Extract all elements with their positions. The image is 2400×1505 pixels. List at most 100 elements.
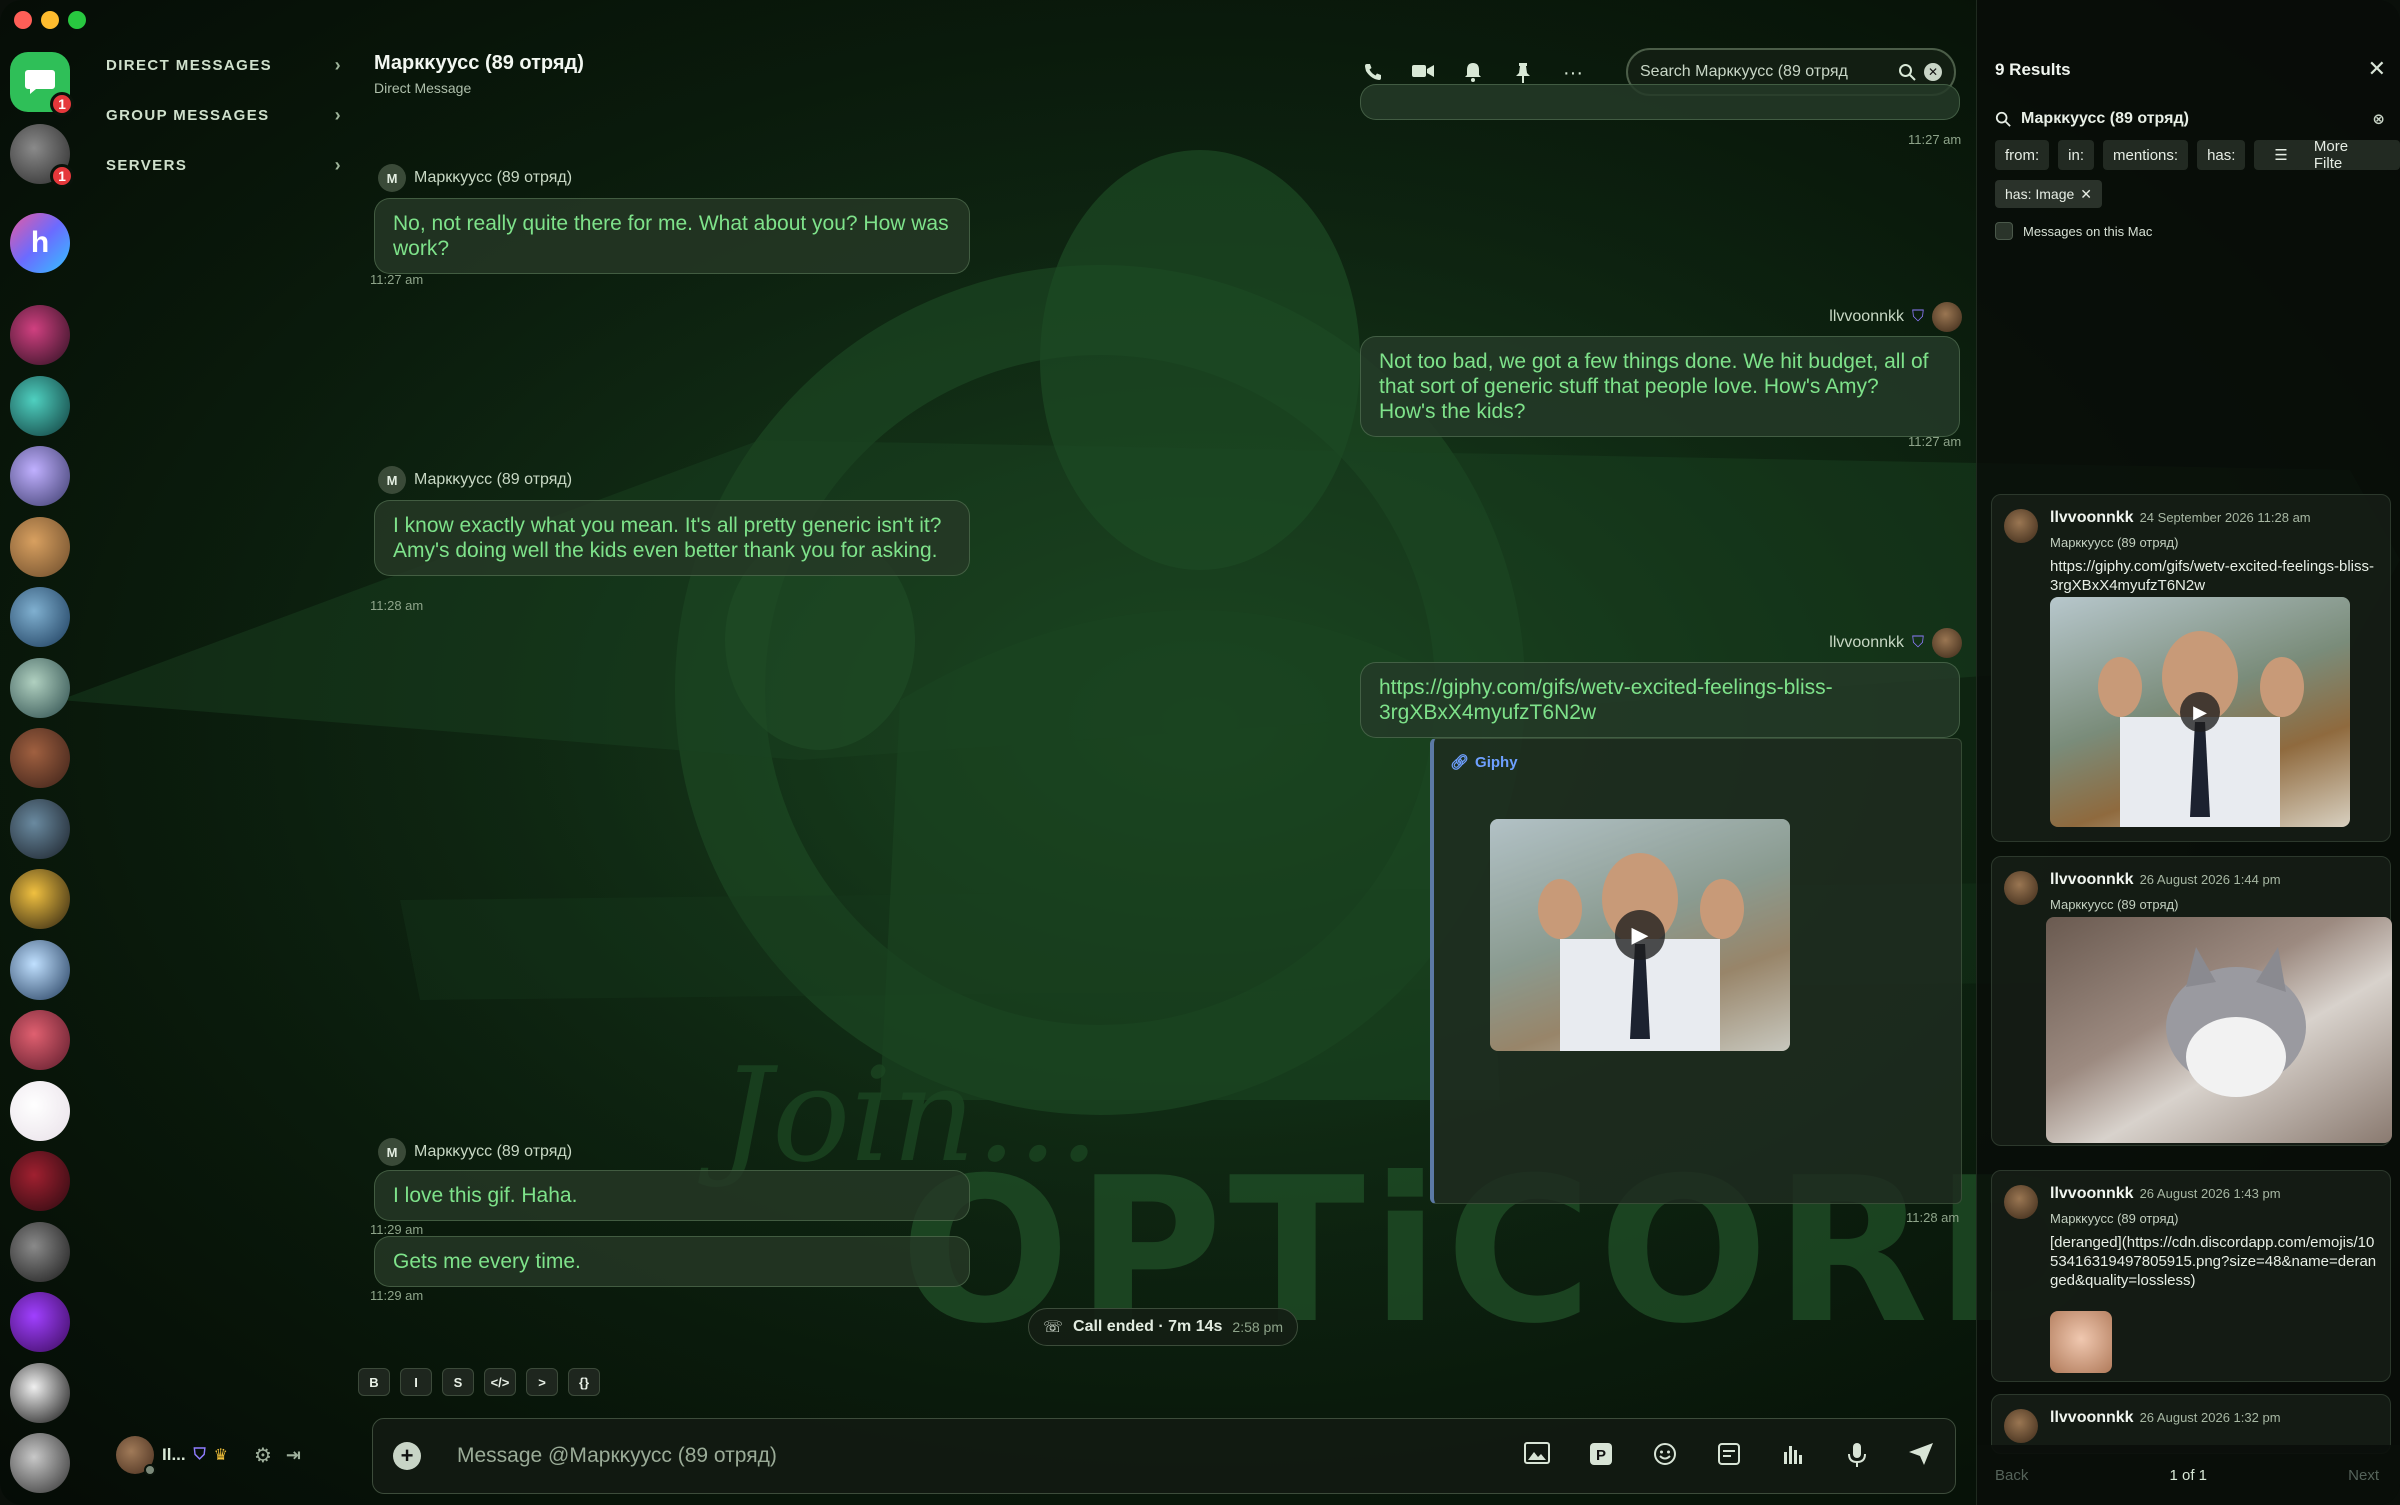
image-icon[interactable] bbox=[1523, 1442, 1551, 1470]
server-avatar[interactable] bbox=[10, 798, 70, 859]
code-block-button[interactable]: {} bbox=[568, 1368, 600, 1396]
message-bubble: I know exactly what you mean. It's all p… bbox=[374, 500, 970, 576]
emoji-preview[interactable] bbox=[2050, 1311, 2112, 1373]
server-avatar[interactable] bbox=[10, 657, 70, 718]
message-input[interactable] bbox=[457, 1444, 1523, 1468]
filter-in[interactable]: in: bbox=[2058, 140, 2095, 170]
link-embed: 🔗︎ Giphy ▶ bbox=[1430, 738, 1962, 1204]
gif-preview[interactable]: ▶ bbox=[1490, 819, 1790, 1051]
author-name[interactable]: Маркκуусс (89 отряд) bbox=[414, 169, 572, 187]
sidebar-item-group-messages[interactable]: GROUP MESSAGES › bbox=[106, 100, 342, 130]
result-cat-gif[interactable] bbox=[2046, 917, 2392, 1143]
close-window-button[interactable] bbox=[14, 11, 32, 29]
sticker-icon[interactable] bbox=[1715, 1442, 1743, 1470]
play-icon[interactable]: ▶ bbox=[2180, 692, 2220, 732]
server-avatar[interactable] bbox=[10, 728, 70, 788]
server-avatar[interactable] bbox=[10, 1433, 70, 1493]
chart-icon[interactable] bbox=[1779, 1442, 1807, 1470]
quote-button[interactable]: > bbox=[526, 1368, 558, 1396]
back-button[interactable]: Back bbox=[1995, 1467, 2028, 1484]
author-name[interactable]: Маркκуусс (89 отряд) bbox=[414, 1143, 572, 1161]
server-initial: h bbox=[30, 226, 50, 259]
sidebar-item-direct-messages[interactable]: DIRECT MESSAGES › bbox=[106, 50, 342, 80]
server-avatar[interactable] bbox=[10, 1151, 70, 1211]
video-icon[interactable] bbox=[1412, 62, 1434, 84]
server-avatar[interactable] bbox=[10, 446, 70, 506]
user-name[interactable]: Il... bbox=[162, 1445, 186, 1465]
maximize-window-button[interactable] bbox=[68, 11, 86, 29]
crown-icon: ♛ bbox=[213, 1447, 228, 1464]
server-avatar[interactable] bbox=[10, 869, 70, 929]
logout-icon[interactable]: ⇥ bbox=[286, 1445, 301, 1466]
code-button[interactable]: </> bbox=[484, 1368, 516, 1396]
avatar[interactable] bbox=[116, 1436, 156, 1476]
search-input[interactable] bbox=[1640, 63, 1890, 81]
emoji-icon[interactable] bbox=[1651, 1442, 1679, 1470]
pin-icon[interactable] bbox=[1512, 62, 1534, 84]
filter-lines-icon: ☰ bbox=[2264, 140, 2298, 170]
server-avatar[interactable] bbox=[10, 305, 70, 365]
search-result-card[interactable]: llvvoonnkk 26 August 2026 1:44 pm Маркκуу… bbox=[1991, 856, 2392, 1146]
send-icon[interactable] bbox=[1907, 1442, 1935, 1470]
avatar bbox=[2004, 871, 2038, 905]
filter-has[interactable]: has: bbox=[2197, 140, 2246, 170]
cat-illustration bbox=[2166, 947, 2306, 1097]
server-avatar[interactable] bbox=[10, 1221, 70, 1282]
author-name[interactable]: llvvoonnkk bbox=[1829, 308, 1904, 326]
server-avatar[interactable] bbox=[10, 939, 70, 1000]
server-h-avatar[interactable]: h bbox=[10, 213, 70, 273]
server-avatar[interactable]: 1 bbox=[10, 124, 74, 188]
message-link[interactable]: https://giphy.com/gifs/wetv-excited-feel… bbox=[1360, 662, 1960, 738]
bold-button[interactable]: B bbox=[358, 1368, 390, 1396]
filter-from[interactable]: from: bbox=[1995, 140, 2050, 170]
sidebar-item-servers[interactable]: SERVERS › bbox=[106, 150, 342, 180]
avatar bbox=[2004, 1409, 2038, 1443]
filter-mentions[interactable]: mentions: bbox=[2103, 140, 2189, 170]
avatar[interactable]: M bbox=[378, 1138, 406, 1166]
server-avatar[interactable] bbox=[10, 1080, 70, 1141]
phone-icon[interactable] bbox=[1362, 62, 1384, 84]
server-avatar[interactable] bbox=[10, 1292, 70, 1352]
checkbox[interactable] bbox=[1995, 222, 2013, 240]
server-avatar[interactable] bbox=[10, 375, 70, 436]
strikethrough-button[interactable]: S bbox=[442, 1368, 474, 1396]
clear-query-icon[interactable]: ⊗ bbox=[2372, 110, 2385, 128]
minimize-window-button[interactable] bbox=[41, 11, 59, 29]
chevron-right-icon: › bbox=[334, 104, 342, 125]
avatar[interactable]: M bbox=[378, 466, 406, 494]
search-icon[interactable] bbox=[1898, 63, 1916, 81]
author-name[interactable]: Маркκуусс (89 отряд) bbox=[414, 471, 572, 489]
result-author-name: llvvoonnkk bbox=[2050, 1185, 2134, 1202]
microphone-icon[interactable] bbox=[1843, 1442, 1871, 1470]
bell-icon[interactable] bbox=[1462, 62, 1484, 84]
server-avatar[interactable] bbox=[10, 1010, 70, 1070]
server-avatar[interactable] bbox=[10, 587, 70, 647]
embed-provider[interactable]: 🔗︎ Giphy bbox=[1450, 753, 1518, 772]
clear-search-icon[interactable]: ✕ bbox=[1924, 63, 1942, 81]
add-attachment-button[interactable]: + bbox=[393, 1442, 421, 1470]
avatar[interactable] bbox=[1932, 302, 1962, 332]
more-filters-button[interactable]: ☰ More Filte bbox=[2254, 138, 2400, 172]
messages-on-mac-option[interactable]: Messages on this Mac bbox=[1995, 222, 2152, 240]
close-icon[interactable]: ✕ bbox=[2368, 56, 2386, 82]
author-name[interactable]: llvvoonnkk bbox=[1829, 634, 1904, 652]
play-icon[interactable]: ▶ bbox=[1615, 910, 1665, 960]
chevron-right-icon: › bbox=[334, 54, 342, 75]
avatar[interactable] bbox=[1932, 628, 1962, 658]
more-icon[interactable]: ··· bbox=[1562, 62, 1584, 84]
chip-label: has: Image bbox=[2005, 186, 2075, 202]
result-gif-preview[interactable]: ▶ bbox=[2050, 597, 2350, 827]
next-button[interactable]: Next bbox=[2348, 1467, 2379, 1484]
gear-icon[interactable]: ⚙ bbox=[254, 1443, 272, 1468]
direct-messages-home-button[interactable]: 1 bbox=[10, 52, 74, 116]
server-avatar[interactable] bbox=[10, 516, 70, 577]
active-filter-chip[interactable]: has: Image ✕ bbox=[1995, 180, 2102, 208]
search-result-card[interactable]: llvvoonnkk 26 August 2026 1:43 pm Маркκуу… bbox=[1991, 1170, 2391, 1382]
parking-icon[interactable]: P bbox=[1587, 1442, 1615, 1470]
chip-remove-icon[interactable]: ✕ bbox=[2080, 186, 2092, 203]
search-result-card[interactable]: llvvoonnkk 24 September 2026 11:28 am Мар… bbox=[1991, 494, 2391, 842]
unread-badge: 1 bbox=[50, 92, 74, 116]
avatar[interactable]: M bbox=[378, 164, 406, 192]
server-avatar[interactable] bbox=[10, 1362, 70, 1423]
italic-button[interactable]: I bbox=[400, 1368, 432, 1396]
